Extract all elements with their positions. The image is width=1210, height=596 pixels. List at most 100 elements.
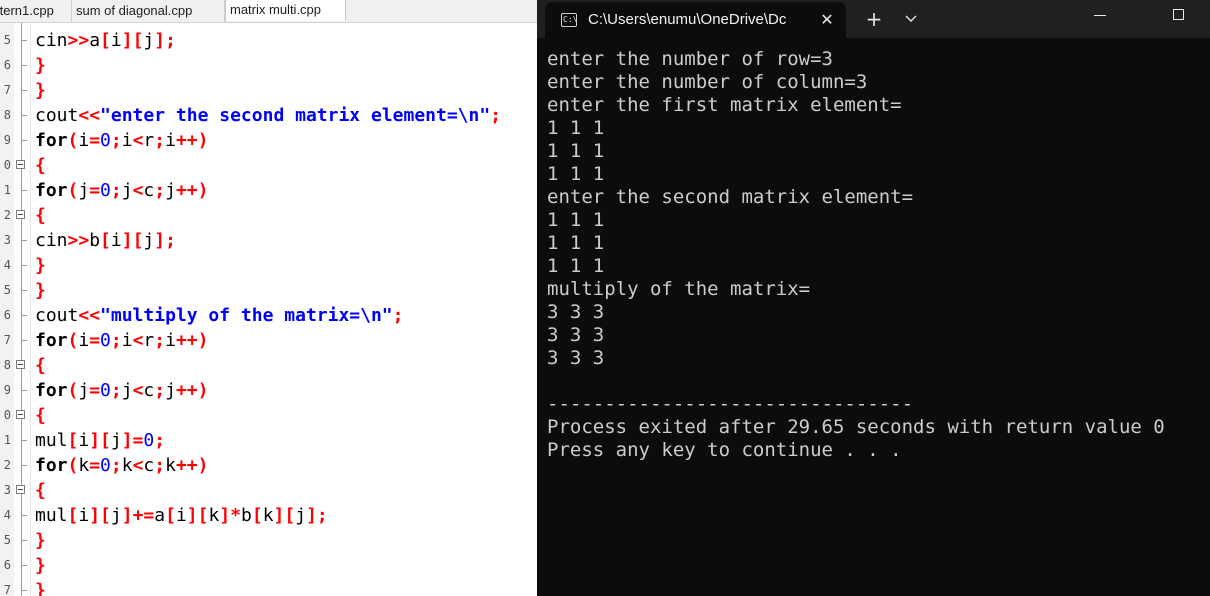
- fold-collapse-icon[interactable]: [16, 410, 25, 419]
- line-number: 6: [3, 558, 11, 572]
- code-token: }: [35, 280, 46, 301]
- maximize-button[interactable]: [1157, 0, 1203, 32]
- fold-collapse-icon[interactable]: [16, 360, 25, 369]
- output-line: enter the first matrix element=: [547, 94, 902, 116]
- code-text: for(j=0;j<c;j++): [35, 178, 208, 203]
- code-line[interactable]: 3 cin>>b[i][j];: [0, 228, 537, 253]
- line-number: 1: [3, 183, 11, 197]
- code-line[interactable]: 4 mul[i][j]+=a[i][k]*b[k][j];: [0, 503, 537, 528]
- code-line[interactable]: 2 for(k=0;k<c;k++): [0, 453, 537, 478]
- code-text: }: [35, 53, 46, 78]
- code-line[interactable]: 6}: [0, 53, 537, 78]
- code-token: for: [35, 130, 68, 151]
- code-text: {: [35, 478, 46, 503]
- tab-label: sum of diagonal.cpp: [76, 3, 193, 18]
- line-number: 7: [3, 333, 11, 347]
- code-token: =: [89, 380, 101, 401]
- fold-guide-tick: [21, 340, 27, 341]
- code-line[interactable]: 0{: [0, 153, 537, 178]
- tab-matrix-multi[interactable]: matrix multi.cpp: [225, 0, 346, 21]
- code-token: 0: [100, 180, 111, 201]
- code-line[interactable]: 9 for(j=0;j<c;j++): [0, 378, 537, 403]
- code-token: c: [143, 380, 155, 401]
- terminal-tab[interactable]: C:\ C:\Users\enumu\OneDrive\Dc ✕: [545, 2, 846, 38]
- code-line[interactable]: 7 for(i=0;i<r;i++): [0, 328, 537, 353]
- line-number: 2: [3, 458, 11, 472]
- tab-pattern-cpp[interactable]: ttern1.cpp: [0, 0, 72, 22]
- code-line[interactable]: 1 mul[i][j]=0;: [0, 428, 537, 453]
- code-token: b: [89, 230, 101, 251]
- code-token: c: [143, 180, 155, 201]
- code-token: k: [262, 505, 274, 526]
- code-line[interactable]: 8 cout<<"enter the second matrix element=…: [0, 103, 537, 128]
- code-token: [: [251, 505, 263, 526]
- code-text: }: [35, 253, 46, 278]
- code-text: for(i=0;i<r;i++): [35, 328, 208, 353]
- code-token: }: [35, 530, 46, 551]
- code-line[interactable]: 5}: [0, 278, 537, 303]
- code-line[interactable]: 5 cin>>a[i][j];: [0, 28, 537, 53]
- code-text: cin>>a[i][j];: [35, 28, 176, 53]
- code-token: cout: [35, 105, 79, 126]
- cmd-icon: C:\: [561, 13, 577, 27]
- code-token: for: [35, 330, 68, 351]
- code-token: ];: [154, 230, 176, 251]
- code-token: <<: [78, 305, 101, 326]
- code-token: b: [241, 505, 252, 526]
- fold-collapse-icon[interactable]: [16, 210, 25, 219]
- code-line[interactable]: 9 for(i=0;i<r;i++): [0, 128, 537, 153]
- code-token: k: [165, 455, 176, 476]
- code-line[interactable]: 5}: [0, 528, 537, 553]
- code-token: i: [78, 505, 90, 526]
- minimize-button[interactable]: [1077, 0, 1123, 32]
- code-token: j: [143, 30, 155, 51]
- code-token: ;: [392, 305, 404, 326]
- code-token: k: [208, 505, 220, 526]
- fold-guide-tick: [21, 315, 27, 316]
- code-line[interactable]: 1 for(j=0;j<c;j++): [0, 178, 537, 203]
- code-token: j: [110, 505, 122, 526]
- line-number: 7: [3, 583, 11, 596]
- code-line[interactable]: 4}: [0, 253, 537, 278]
- new-tab-button[interactable]: +: [859, 4, 889, 34]
- fold-collapse-icon[interactable]: [16, 160, 25, 169]
- line-number: 5: [3, 533, 11, 547]
- code-line[interactable]: 3{: [0, 478, 537, 503]
- code-line[interactable]: 6}: [0, 553, 537, 578]
- code-line[interactable]: 7}: [0, 578, 537, 596]
- output-line: 1 1 1: [547, 140, 605, 162]
- code-token: ++): [175, 330, 209, 351]
- code-line[interactable]: 7}: [0, 78, 537, 103]
- code-token: i: [175, 505, 187, 526]
- fold-collapse-icon[interactable]: [16, 485, 25, 494]
- output-line: 1 1 1: [547, 163, 605, 185]
- code-text: {: [35, 403, 46, 428]
- code-text: }: [35, 578, 46, 596]
- code-token: >>: [67, 30, 90, 51]
- code-editor[interactable]: ttern1.cpp sum of diagonal.cpp matrix mu…: [0, 0, 537, 596]
- code-token: ;: [154, 180, 166, 201]
- fold-guide-tick: [21, 190, 27, 191]
- fold-guide-tick: [21, 540, 27, 541]
- code-text: }: [35, 78, 46, 103]
- code-line[interactable]: 8{: [0, 353, 537, 378]
- line-number: 5: [3, 33, 11, 47]
- terminal-window[interactable]: C:\ C:\Users\enumu\OneDrive\Dc ✕ + enter…: [537, 0, 1210, 596]
- code-text: mul[i][j]+=a[i][k]*b[k][j];: [35, 503, 328, 528]
- code-token: j: [295, 505, 307, 526]
- code-token: [: [165, 505, 176, 526]
- code-token: <: [132, 180, 144, 201]
- close-tab-icon[interactable]: ✕: [813, 2, 841, 38]
- code-token: "multiply of the matrix=\n": [100, 305, 393, 326]
- code-line[interactable]: 6 cout<<"multiply of the matrix=\n";: [0, 303, 537, 328]
- code-line[interactable]: 2{: [0, 203, 537, 228]
- code-line[interactable]: 0{: [0, 403, 537, 428]
- fold-guide-tick: [21, 90, 27, 91]
- chevron-down-icon[interactable]: [899, 4, 923, 34]
- line-number: 8: [3, 108, 11, 122]
- tab-sum-of-diagonal[interactable]: sum of diagonal.cpp: [72, 0, 225, 22]
- code-token: k: [121, 455, 133, 476]
- code-token: j: [121, 380, 133, 401]
- code-token: for: [35, 455, 68, 476]
